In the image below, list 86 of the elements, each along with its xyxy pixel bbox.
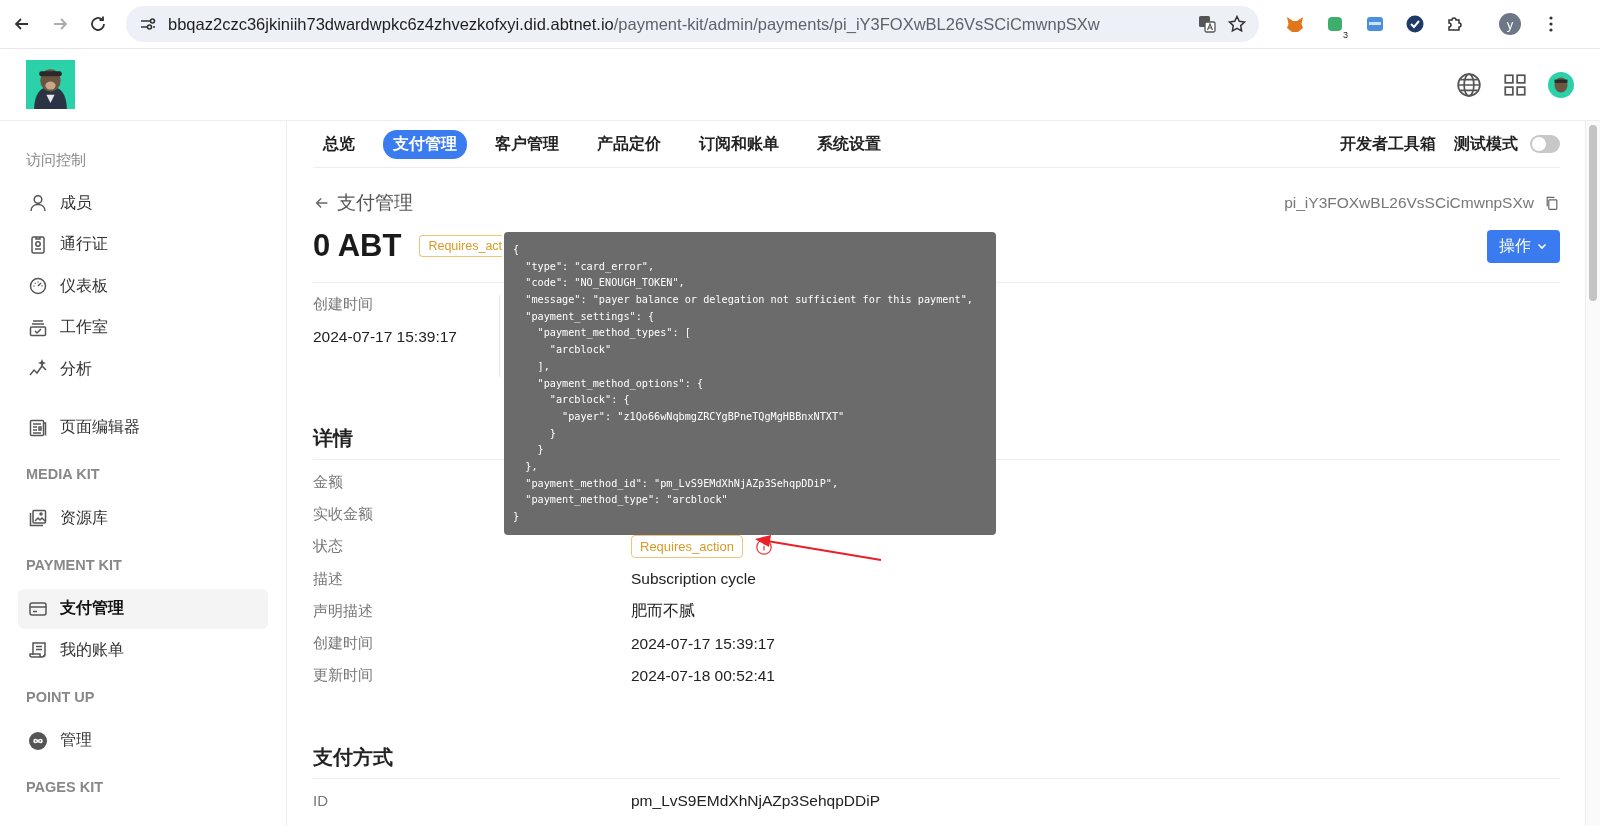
payment-id: pi_iY3FOXwBL26VsSCiCmwnpSXw [1284,194,1534,212]
sidebar-section-title: 访问控制 [25,151,87,169]
code-line: "payment_method_type": "arcblock" [524,493,729,508]
pass-icon [28,234,48,255]
scrollbar[interactable] [1585,121,1600,826]
summary-value: 2024-07-17 15:39:17 [313,328,458,346]
field-label: 金额 [313,472,343,490]
field-label: 更新时间 [313,666,373,684]
sidebar-section-title: PAGES KIT [25,779,105,797]
section-title: 支付方式 [313,744,1560,780]
summary-label: 创建时间 [313,295,374,314]
code-line: "arcblock" [548,343,613,358]
copy-icon[interactable] [1544,195,1560,211]
receipt-icon [28,640,48,660]
field-label: ID [313,792,328,810]
code-line: "payment_method_id": "pm_LvS9EMdXhNjAZp3SehqpDDiP", [524,476,840,492]
sidebar-item[interactable]: 通行证 [18,224,268,265]
test-mode-switch[interactable] [1530,135,1560,153]
profile-avatar[interactable]: y [1499,13,1521,35]
code-line: { [513,243,521,257]
sidebar-section-title: PAYMENT KIT [25,556,123,575]
code-line: "payment_settings": { [524,309,656,325]
user-avatar[interactable] [1548,71,1574,98]
code-line: "arcblock": { [548,393,631,408]
code-line: "payment_method_types": [ [536,326,692,341]
code-line: "payment_method_options": { [536,376,705,392]
field-label: 状态 [313,537,343,555]
code-line: }, [524,459,539,474]
reload-icon[interactable] [88,14,108,34]
nav-tab[interactable]: 支付管理 [383,129,467,159]
sidebar-item[interactable]: 页面编辑器 [18,407,268,448]
back-link[interactable]: 支付管理 [313,190,413,216]
code-line: ], [536,359,551,374]
field-label: 描述 [313,569,343,587]
sidebar-section-title: MEDIA KIT [25,466,101,484]
dev-tools-link[interactable]: 开发者工具箱 [1340,133,1436,155]
code-line: } [536,443,545,458]
nav-tab[interactable]: 客户管理 [485,129,569,159]
code-line: "code": "NO_ENOUGH_TOKEN", [524,276,686,291]
sidebar-item[interactable]: 我的账单 [18,630,268,670]
amount: 0 ABT [313,228,402,264]
globe-icon[interactable] [1456,71,1482,98]
document-icon [28,417,48,438]
image-icon [28,508,48,528]
sidebar-item[interactable]: 工作室 [18,307,268,348]
sidebar-item[interactable]: 分析 [18,349,268,389]
field-value: 2024-07-17 15:39:17 [631,634,775,653]
sidebar-item[interactable]: 资源库 [18,498,268,538]
action-button[interactable]: 操作 [1487,229,1560,263]
field-label: 创建时间 [313,634,373,652]
field-value: 肥而不腻 [631,600,695,621]
nav-tab[interactable]: 产品定价 [587,129,671,159]
test-mode-label: 测试模式 [1454,133,1518,154]
url-text: bbqaz2czc36jkiniih73dwardwpkc6z4zhvezkofxyi.did.abtnet.io/payment-kit/admin/payments/pi_iY3FOXwBL26VsSCiCmwnpSXw [168,14,1101,34]
extension-badge: 3 [1340,30,1351,40]
check-circle-icon[interactable] [1405,14,1425,34]
tray-icon [28,317,48,338]
sidebar-section-title: POINT UP [25,688,96,707]
person-icon [28,193,48,213]
field-value: pm_LvS9EMdXhNjAZp3SehqpDDiP [631,792,880,811]
field-label: 声明描述 [313,601,373,619]
sidebar-item[interactable]: 仪表板 [18,266,268,306]
address-bar[interactable]: bbqaz2czc36jkiniih73dwardwpkc6z4zhvezkofxyi.did.abtnet.io/payment-kit/admin/payments/pi_iY3FOXwBL26VsSCiCmwnpSXw [126,6,1259,42]
field-label: 实收金额 [313,504,373,522]
nav-tab[interactable]: 系统设置 [807,129,891,159]
code-line: "payer": "z1Qo66wNqbmgZRCYgBPneTQgMgHBBnxNTXT" [561,409,846,424]
code-line: "type": "card_error", [524,259,656,275]
star-icon[interactable] [1227,14,1247,34]
sidebar-item[interactable]: 支付管理 [18,588,268,629]
puzzle-icon[interactable] [1445,14,1465,34]
translate-icon[interactable] [1197,14,1217,34]
code-line: } [548,426,557,441]
window-icon[interactable] [1365,14,1385,34]
infinity-icon [28,730,48,751]
code-line: "message": "payer balance or delegation not sufficient for this payment", [524,293,974,308]
gauge-icon [28,276,48,296]
code-line: } [513,510,521,524]
nav-tab[interactable]: 总览 [313,129,365,159]
field-value: Subscription cycle [631,570,756,589]
nav-tab[interactable]: 订阅和账单 [689,129,789,159]
status-badge: Requires_act [419,235,503,257]
sidebar-item[interactable]: 成员 [18,183,268,223]
sidebar-item[interactable]: 管理 [18,720,268,761]
field-value: 2024-07-18 00:52:41 [631,666,775,685]
fox-icon[interactable] [1285,14,1305,34]
apps-icon[interactable] [1502,71,1528,98]
